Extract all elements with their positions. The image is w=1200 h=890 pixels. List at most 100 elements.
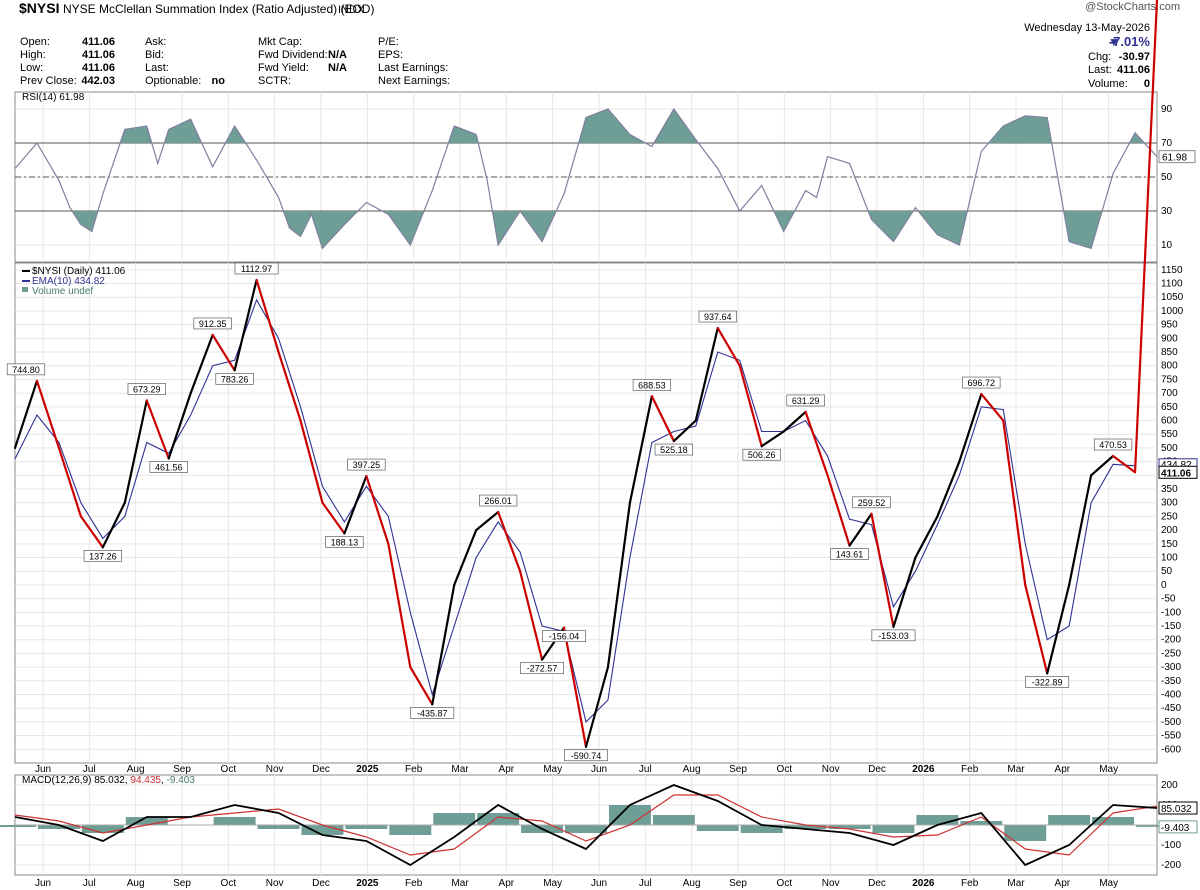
- price-tick-label: 500: [1161, 443, 1178, 454]
- x-tick-label: Oct: [777, 764, 793, 775]
- x-tick-label: 2026: [912, 764, 935, 775]
- price-last-label: 411.06: [1161, 468, 1191, 479]
- price-annotation: 937.64: [704, 312, 732, 322]
- price-annotation: 506.26: [748, 450, 776, 460]
- price-annotation: -153.03: [878, 631, 909, 641]
- legend-volume-swatch: [22, 287, 28, 292]
- x-tick-label: Oct: [221, 764, 237, 775]
- quote-label: EPS:: [378, 49, 403, 61]
- x-tick-label: Dec: [868, 764, 886, 775]
- price-tick-label: 850: [1161, 347, 1178, 358]
- last-label: Last:: [1088, 64, 1112, 76]
- price-tick-label: 750: [1161, 374, 1178, 385]
- price-tick-label: 650: [1161, 402, 1178, 413]
- price-tick-label: -100: [1161, 607, 1181, 618]
- quote-label: Open:: [20, 36, 50, 48]
- price-annotation: 783.26: [221, 374, 249, 384]
- x-tick-label: 2025: [356, 764, 379, 775]
- rsi-panel: 10 30 50 70 90 RSI(14) 61.98 61.98: [14, 91, 1196, 263]
- chg-label: Chg:: [1088, 51, 1111, 63]
- quote-date: Wednesday 13-May-2026: [1024, 22, 1150, 34]
- x-tick-label-bottom: Mar: [451, 878, 469, 889]
- price-tick-label: 950: [1161, 320, 1178, 331]
- chg-value: -30.97: [1119, 51, 1150, 63]
- rsi-tick-label: 10: [1161, 240, 1173, 251]
- x-tick-label-bottom: Feb: [961, 878, 979, 889]
- rsi-tick-label: 90: [1161, 104, 1173, 115]
- price-annotation: -272.57: [527, 664, 558, 674]
- x-tick-label-bottom: Sep: [173, 878, 191, 889]
- price-annotation: 688.53: [638, 380, 666, 390]
- price-tick-label: 250: [1161, 511, 1178, 522]
- quote-value: 411.06: [82, 49, 115, 61]
- x-tick-label-bottom: Aug: [683, 878, 701, 889]
- price-annotation: -435.87: [417, 708, 448, 718]
- price-annotation: 266.01: [484, 496, 512, 506]
- price-tick-label: -550: [1161, 731, 1181, 742]
- quote-value: 411.06: [82, 36, 115, 48]
- x-tick-label-bottom: May: [543, 878, 562, 889]
- price-tick-label: -450: [1161, 703, 1181, 714]
- x-tick-label: Nov: [822, 764, 840, 775]
- quote-value: no: [212, 75, 226, 87]
- quote-label: Next Earnings:: [378, 75, 450, 87]
- macd-histogram-bar: [345, 825, 388, 829]
- price-tick-label: -150: [1161, 621, 1181, 632]
- macd-tick-label: -100: [1161, 840, 1181, 851]
- price-tick-label: 1050: [1161, 292, 1184, 303]
- price-annotation: 188.13: [331, 537, 359, 547]
- quote-label: Bid:: [145, 49, 164, 61]
- price-annotation: -322.89: [1032, 677, 1063, 687]
- macd-panel: -200-100100200MACD(12,26,9) 85.032, 94.4…: [0, 774, 1198, 876]
- price-tick-label: 1100: [1161, 279, 1183, 290]
- x-tick-label-bottom: Mar: [1007, 878, 1025, 889]
- macd-tick-label: -200: [1161, 860, 1181, 871]
- x-tick-label: Apr: [499, 764, 515, 775]
- quote-label: Optionable:: [145, 75, 201, 87]
- x-tick-label: Sep: [173, 764, 191, 775]
- price-tick-label: 700: [1161, 388, 1178, 399]
- macd-histogram-bar: [257, 825, 300, 829]
- price-annotation: 143.61: [836, 550, 864, 560]
- price-tick-label: 300: [1161, 498, 1178, 509]
- quote-table: Open: 411.06 Ask: Mkt Cap: P/E: High: 411.06 Bi…: [20, 36, 450, 87]
- price-annotation: 525.18: [660, 445, 688, 455]
- x-tick-label-bottom: Dec: [312, 878, 330, 889]
- macd-title-part: -9.403: [167, 775, 196, 786]
- x-tick-label-bottom: Oct: [221, 878, 237, 889]
- price-tick-label: -200: [1161, 635, 1181, 646]
- macd-histogram-bar: [652, 815, 695, 825]
- price-annotation: 744.80: [12, 365, 40, 375]
- x-tick-label-bottom: 2026: [912, 878, 935, 889]
- price-annotation: 461.56: [155, 462, 183, 472]
- x-tick-label-bottom: Dec: [868, 878, 886, 889]
- price-tick-label: -600: [1161, 744, 1181, 755]
- x-tick-label: Apr: [1055, 764, 1071, 775]
- hist-last-label: -9.403: [1161, 823, 1190, 834]
- price-tick-label: 150: [1161, 539, 1178, 550]
- quote-label: Ask:: [145, 36, 166, 48]
- price-tick-label: 350: [1161, 484, 1178, 495]
- price-tick-label: 550: [1161, 429, 1178, 440]
- macd-title-part: 94.435: [130, 775, 161, 786]
- x-tick-label: Dec: [312, 764, 330, 775]
- quote-value: N/A: [328, 62, 347, 74]
- x-tick-label: Jul: [639, 764, 652, 775]
- x-tick-label-bottom: Aug: [127, 878, 145, 889]
- macd-histogram-bar: [916, 815, 959, 825]
- price-annotation: 259.52: [858, 498, 886, 508]
- price-annotation: 673.29: [133, 384, 161, 394]
- x-tick-label: Aug: [683, 764, 701, 775]
- x-tick-label: Feb: [961, 764, 979, 775]
- quote-value: N/A: [328, 49, 347, 61]
- rsi-tick-label: 50: [1161, 172, 1173, 183]
- x-tick-label: Sep: [729, 764, 747, 775]
- index-name: NYSE McClellan Summation Index (Ratio Ad…: [63, 2, 374, 16]
- x-tick-label: Jun: [591, 764, 607, 775]
- macd-title-part: 85.032: [94, 775, 125, 786]
- quote-value: 411.06: [82, 62, 115, 74]
- quote-label: P/E:: [378, 36, 399, 48]
- price-tick-label: -400: [1161, 690, 1181, 701]
- quote-label: Last Earnings:: [378, 62, 448, 74]
- price-tick-label: -500: [1161, 717, 1181, 728]
